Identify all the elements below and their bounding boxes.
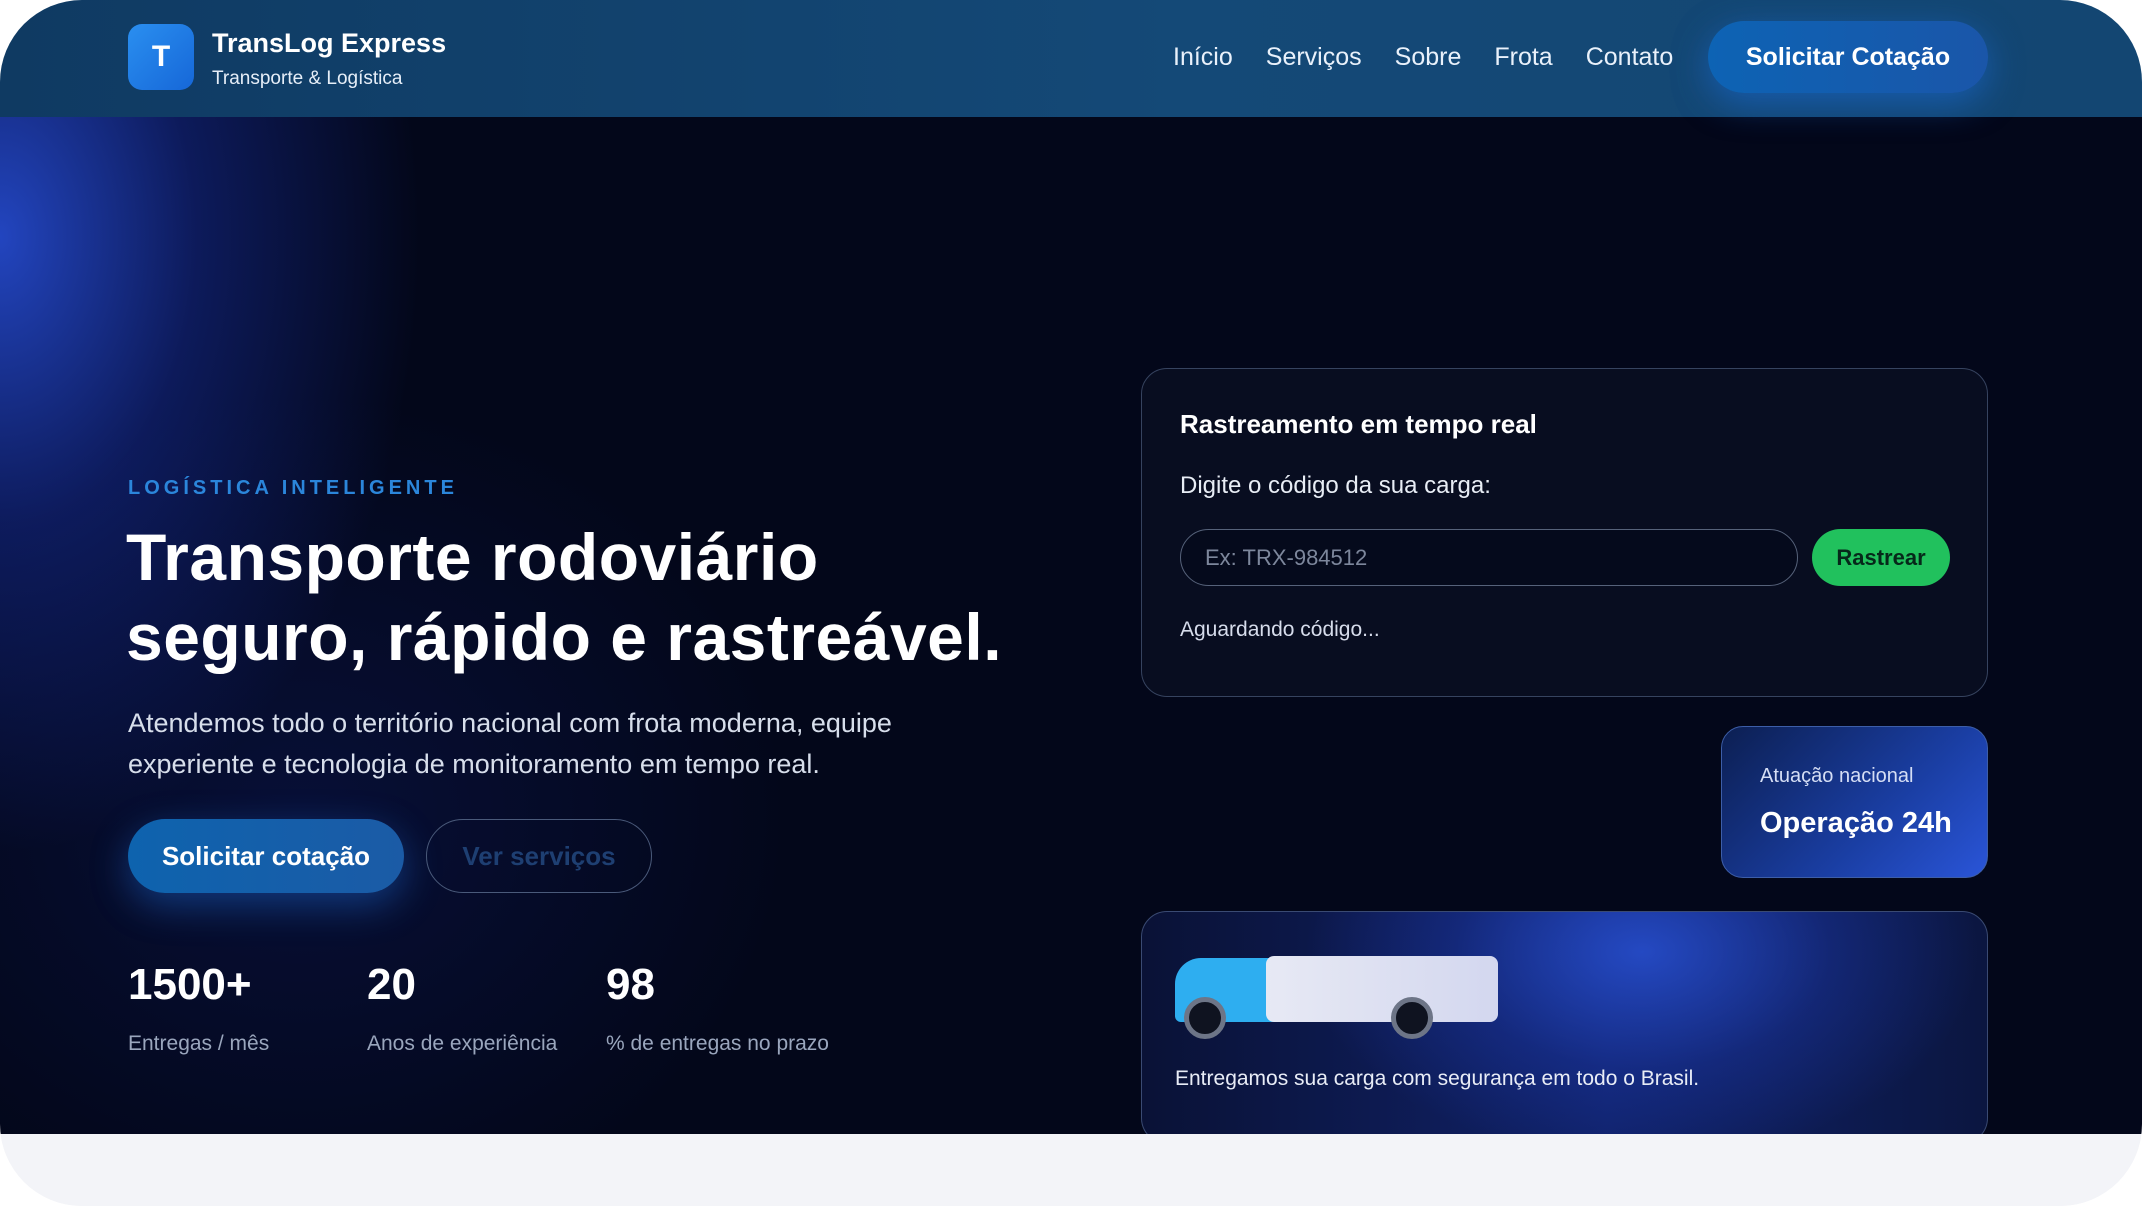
- tracking-card: Rastreamento em tempo real Digite o códi…: [1141, 368, 1988, 697]
- badge-title: Operação 24h: [1760, 807, 1952, 839]
- view-services-button[interactable]: Ver serviços: [426, 819, 652, 893]
- stat-ontime-label: % de entregas no prazo: [606, 1032, 829, 1055]
- track-button[interactable]: Rastrear: [1812, 529, 1950, 586]
- brand-tagline: Transporte & Logística: [212, 68, 403, 89]
- stat-ontime-value: 98: [606, 960, 655, 1009]
- headline-line-2: seguro, rápido e rastreável.: [126, 600, 1003, 674]
- tracking-status: Aguardando código...: [1180, 618, 1380, 641]
- top-navbar: T TransLog Express Transporte & Logístic…: [0, 0, 2142, 117]
- nav-link-inicio[interactable]: Início: [1173, 43, 1233, 72]
- stat-experience-value: 20: [367, 960, 416, 1009]
- hero-section: LOGÍSTICA INTELIGENTE Transporte rodoviá…: [0, 117, 2142, 1144]
- truck-illustration-card: Entregamos sua carga com segurança em to…: [1141, 911, 1988, 1144]
- hero-description: Atendemos todo o território nacional com…: [128, 708, 892, 779]
- badge-subtitle: Atuação nacional: [1760, 765, 1914, 787]
- nav-link-contato[interactable]: Contato: [1586, 43, 1674, 72]
- nav-menu: Início Serviços Sobre Frota Contato: [1173, 43, 1706, 72]
- stat-deliveries-value: 1500+: [128, 960, 252, 1009]
- brand-logo[interactable]: T: [128, 24, 194, 90]
- request-quote-nav-button[interactable]: Solicitar Cotação: [1708, 21, 1988, 93]
- nav-link-servicos[interactable]: Serviços: [1266, 43, 1362, 72]
- nav-link-sobre[interactable]: Sobre: [1395, 43, 1462, 72]
- hero-headline: Transporte rodoviário seguro, rápido e r…: [126, 517, 1106, 677]
- operation-badge-card: Atuação nacional Operação 24h: [1721, 726, 1988, 878]
- headline-line-1: Transporte rodoviário: [126, 520, 819, 594]
- truck-rear-wheel: [1391, 997, 1433, 1039]
- page-frame: T TransLog Express Transporte & Logístic…: [0, 0, 2142, 1206]
- stat-deliveries-label: Entregas / mês: [128, 1032, 270, 1055]
- tracking-title: Rastreamento em tempo real: [1180, 409, 1537, 439]
- truck-trailer-shape: [1266, 956, 1498, 1022]
- request-quote-button[interactable]: Solicitar cotação: [128, 819, 404, 893]
- hero-eyebrow: LOGÍSTICA INTELIGENTE: [128, 477, 458, 499]
- next-section-strip: [0, 1134, 2142, 1206]
- truck-caption: Entregamos sua carga com segurança em to…: [1175, 1067, 1700, 1090]
- tracking-code-input[interactable]: [1180, 529, 1798, 586]
- truck-front-wheel: [1184, 997, 1226, 1039]
- nav-link-frota[interactable]: Frota: [1494, 43, 1552, 72]
- tracking-label: Digite o código da sua carga:: [1180, 472, 1491, 499]
- brand-name[interactable]: TransLog Express: [212, 28, 446, 59]
- stat-experience-label: Anos de experiência: [367, 1032, 558, 1055]
